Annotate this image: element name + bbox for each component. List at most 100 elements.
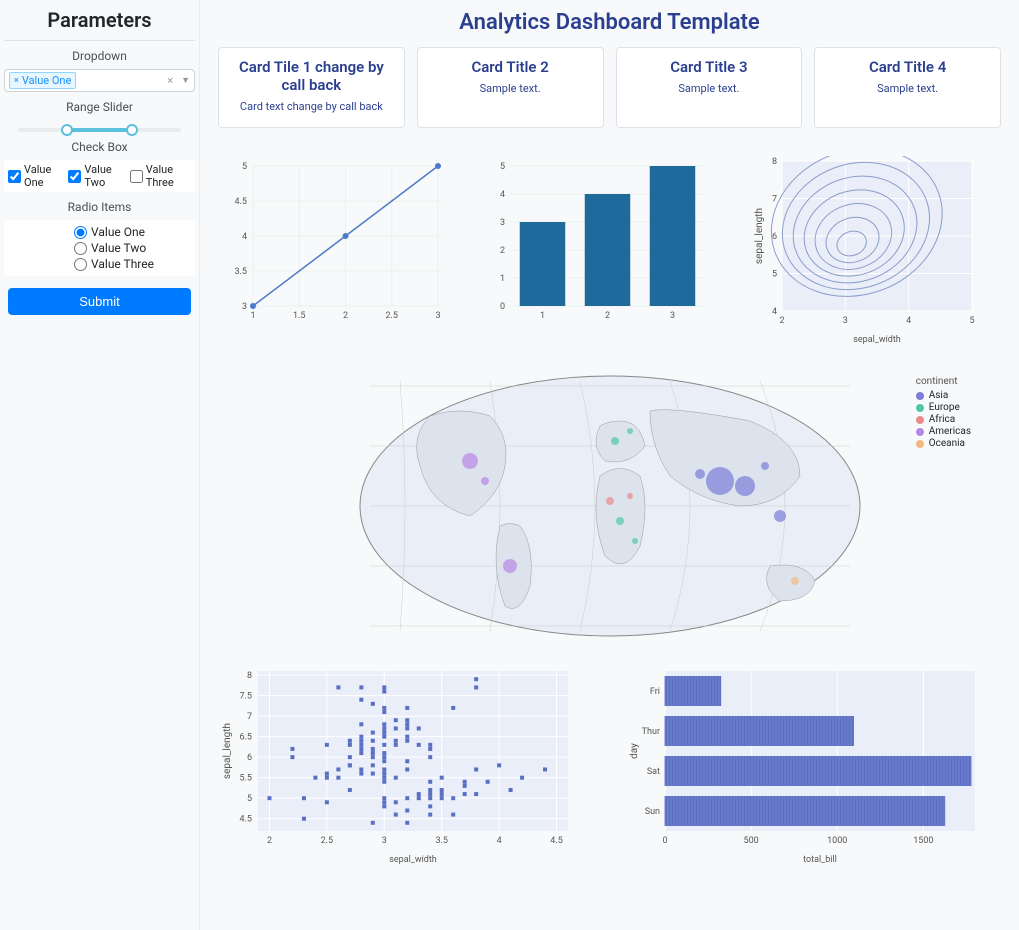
- radio-input[interactable]: [74, 242, 87, 255]
- card-text: Sample text.: [426, 82, 595, 95]
- legend-label: Oceania: [929, 438, 965, 449]
- svg-text:5: 5: [500, 162, 505, 172]
- checkbox-input[interactable]: [8, 170, 21, 183]
- radio-input[interactable]: [74, 258, 87, 271]
- radio-value-two[interactable]: Value Two: [4, 240, 195, 256]
- legend-item[interactable]: Africa: [916, 414, 971, 425]
- checkbox-value-one[interactable]: Value One: [8, 163, 62, 189]
- svg-text:7: 7: [772, 195, 777, 205]
- card-2: Card Title 2 Sample text.: [417, 47, 604, 128]
- svg-text:2.5: 2.5: [321, 836, 334, 846]
- svg-text:1: 1: [540, 311, 545, 321]
- submit-button[interactable]: Submit: [8, 288, 191, 315]
- legend-label: Americas: [929, 426, 971, 437]
- svg-text:2.5: 2.5: [386, 311, 399, 321]
- svg-text:3: 3: [843, 316, 848, 326]
- slider-handle-low[interactable]: [61, 124, 73, 136]
- card-title: Card Title 2: [426, 58, 595, 76]
- card-3: Card Title 3 Sample text.: [616, 47, 803, 128]
- svg-text:4: 4: [500, 190, 505, 200]
- line-chart[interactable]: 33.544.5511.522.53: [218, 156, 467, 346]
- slider-label: Range Slider: [4, 100, 195, 114]
- chevron-down-icon[interactable]: ▼: [181, 75, 190, 86]
- legend-label: Europe: [929, 402, 960, 413]
- checkbox-value-three[interactable]: Value Three: [130, 163, 191, 189]
- svg-text:3: 3: [382, 836, 387, 846]
- svg-text:5: 5: [242, 162, 247, 172]
- svg-text:4: 4: [497, 836, 502, 846]
- svg-text:0: 0: [662, 836, 667, 846]
- svg-text:8: 8: [772, 157, 777, 167]
- slider-handle-high[interactable]: [126, 124, 138, 136]
- legend-dot-icon: [916, 392, 924, 400]
- contour-chart[interactable]: 456782345sepal_widthsepal_length: [752, 156, 1001, 346]
- svg-text:total_bill: total_bill: [803, 855, 837, 865]
- svg-text:5: 5: [969, 316, 974, 326]
- svg-text:Sun: Sun: [644, 807, 659, 817]
- legend-dot-icon: [916, 404, 924, 412]
- svg-text:sepal_length: sepal_length: [222, 723, 233, 779]
- scatter-chart[interactable]: 4.555.566.577.5822.533.544.5sepal_widths…: [218, 666, 595, 866]
- legend-item[interactable]: Americas: [916, 426, 971, 437]
- checkbox-value-two[interactable]: Value Two: [68, 163, 123, 189]
- card-title: Card Title 3: [625, 58, 794, 76]
- legend-item[interactable]: Oceania: [916, 438, 971, 449]
- dropdown-tag[interactable]: × Value One: [9, 72, 76, 89]
- svg-text:4: 4: [906, 316, 911, 326]
- dropdown-input[interactable]: × Value One × ▼: [4, 69, 195, 92]
- map-legend: continent AsiaEuropeAfricaAmericasOceani…: [916, 376, 971, 450]
- svg-text:500: 500: [743, 836, 758, 846]
- main-content: Analytics Dashboard Template Card Tile 1…: [200, 0, 1019, 930]
- svg-text:4: 4: [772, 307, 777, 317]
- bar-chart[interactable]: 012345123: [485, 156, 734, 346]
- svg-text:4: 4: [242, 232, 247, 242]
- svg-text:4.5: 4.5: [550, 836, 563, 846]
- legend-item[interactable]: Europe: [916, 402, 971, 413]
- svg-text:2: 2: [500, 246, 505, 256]
- legend-dot-icon: [916, 440, 924, 448]
- svg-text:Sat: Sat: [646, 767, 659, 777]
- svg-text:7.5: 7.5: [240, 692, 253, 702]
- card-title: Card Tile 1 change by call back: [227, 58, 396, 94]
- tag-remove-icon[interactable]: ×: [14, 76, 19, 86]
- radio-value-one[interactable]: Value One: [4, 224, 195, 240]
- legend-item[interactable]: Asia: [916, 390, 971, 401]
- svg-text:Thur: Thur: [641, 727, 659, 737]
- svg-text:3: 3: [242, 302, 247, 312]
- hbar-chart[interactable]: 050010001500FriThurSatSuntotal_billday: [625, 666, 1002, 866]
- radio-value-three[interactable]: Value Three: [4, 256, 195, 272]
- card-text: Card text change by call back: [227, 100, 396, 113]
- range-slider[interactable]: [4, 120, 195, 132]
- card-row: Card Tile 1 change by call back Card tex…: [218, 47, 1001, 128]
- svg-text:1500: 1500: [913, 836, 933, 846]
- svg-text:Fri: Fri: [649, 687, 659, 697]
- chart-row-top: 33.544.5511.522.53 012345123 456782345se…: [218, 156, 1001, 346]
- sidebar: Parameters Dropdown × Value One × ▼ Rang…: [0, 0, 200, 930]
- dropdown-clear-icon[interactable]: ×: [167, 74, 173, 87]
- card-text: Sample text.: [823, 82, 992, 95]
- radio-input[interactable]: [74, 226, 87, 239]
- map-chart[interactable]: continent AsiaEuropeAfricaAmericasOceani…: [218, 366, 1001, 646]
- checkbox-input[interactable]: [130, 170, 143, 183]
- chart-row-bottom: 4.555.566.577.5822.533.544.5sepal_widths…: [218, 666, 1001, 866]
- svg-text:1000: 1000: [827, 836, 847, 846]
- svg-text:5: 5: [772, 270, 777, 280]
- dropdown-tag-label: Value One: [22, 74, 72, 87]
- page-title: Analytics Dashboard Template: [218, 10, 1001, 35]
- svg-text:3: 3: [500, 218, 505, 228]
- svg-text:6.5: 6.5: [240, 733, 253, 743]
- legend-title: continent: [916, 376, 971, 387]
- svg-text:3: 3: [435, 311, 440, 321]
- svg-text:1: 1: [500, 274, 505, 284]
- svg-text:2: 2: [779, 316, 784, 326]
- svg-text:1: 1: [250, 311, 255, 321]
- svg-text:4.5: 4.5: [240, 815, 253, 825]
- svg-text:5.5: 5.5: [240, 774, 253, 784]
- legend-label: Asia: [929, 390, 949, 401]
- svg-text:sepal_length: sepal_length: [754, 208, 765, 264]
- radio-label: Radio Items: [4, 200, 195, 214]
- svg-text:6: 6: [247, 753, 252, 763]
- checkbox-input[interactable]: [68, 170, 81, 183]
- card-title: Card Title 4: [823, 58, 992, 76]
- svg-text:3.5: 3.5: [235, 267, 248, 277]
